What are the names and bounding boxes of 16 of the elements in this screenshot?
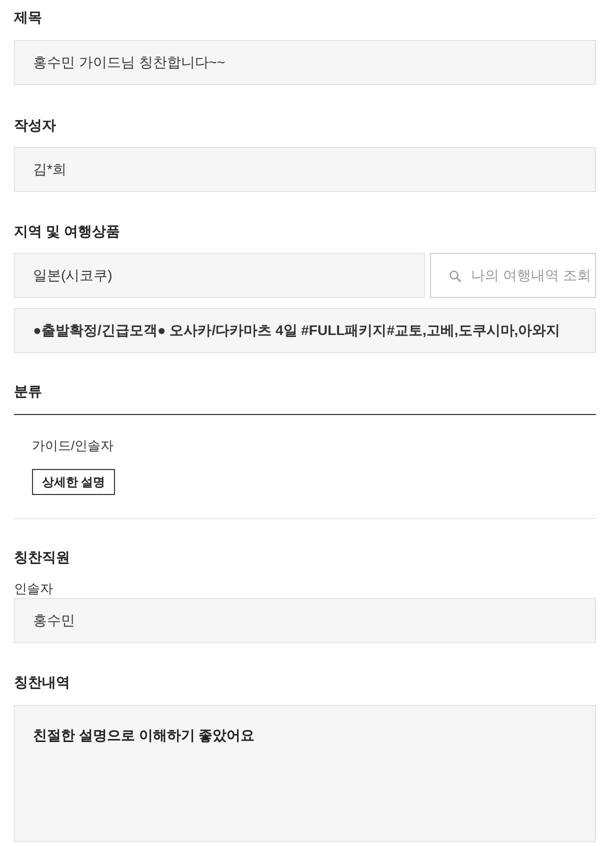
section-label: 지역 및 여행상품 bbox=[14, 222, 121, 241]
region-field[interactable]: 일본(시코쿠) bbox=[14, 253, 425, 298]
section-label: 제목 bbox=[14, 8, 43, 27]
search-icon bbox=[449, 270, 461, 282]
section-label: 칭찬내역 bbox=[14, 673, 71, 692]
field-label: 인솔자 bbox=[14, 580, 54, 598]
section-label: 작성자 bbox=[14, 116, 57, 135]
praise-textarea[interactable]: 친절한 설명으로 이해하기 좋았어요 bbox=[14, 705, 596, 842]
title-field[interactable]: 홍수민 가이드님 칭찬합니다~~ bbox=[14, 40, 596, 85]
staff-name-field[interactable]: 홍수민 bbox=[14, 598, 596, 643]
category-text: 가이드/인솔자 bbox=[32, 437, 115, 455]
author-field[interactable]: 김*희 bbox=[14, 147, 596, 192]
detail-button[interactable]: 상세한 설명 bbox=[32, 469, 115, 495]
section-label: 칭찬직원 bbox=[14, 548, 71, 567]
product-field[interactable]: ●출발확정/긴급모객● 오사카/다카마츠 4일 #FULL패키지#교토,고베,도쿠시마,아와지 bbox=[14, 308, 596, 353]
section-label: 분류 bbox=[14, 382, 43, 401]
